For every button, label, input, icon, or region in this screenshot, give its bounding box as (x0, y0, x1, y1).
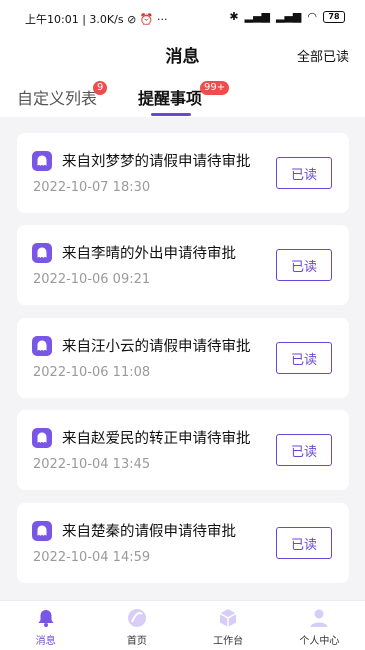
message-time: 2022-10-04 13:45 (33, 457, 151, 472)
nav-item-home[interactable]: 首页 (91, 601, 182, 650)
nav-label: 个人中心 (299, 636, 340, 647)
message-title: 来自汪小云的请假申请待审批 (62, 339, 251, 355)
ghost-icon (32, 243, 52, 263)
message-card[interactable]: 来自李晴的外出申请待审批 2022-10-06 09:21 已读 (17, 225, 349, 305)
nav-item-messages[interactable]: 消息 (0, 601, 91, 650)
tab-active-indicator (151, 113, 191, 116)
status-net-speed: 3.0K/s (89, 13, 124, 26)
message-card[interactable]: 来自赵爱民的转正申请待审批 2022-10-04 13:45 已读 (17, 410, 349, 490)
message-title: 来自李晴的外出申请待审批 (62, 246, 236, 262)
message-time: 2022-10-06 11:08 (33, 365, 151, 380)
bottom-nav: 消息 首页 工作台 个人中心 (0, 600, 365, 650)
nav-label: 工作台 (213, 636, 244, 647)
message-card[interactable]: 来自楚秦的请假申请待审批 2022-10-04 14:59 已读 (17, 503, 349, 583)
message-title: 来自赵爱民的转正申请待审批 (62, 431, 251, 447)
tab-custom-list-badge: 9 (93, 81, 108, 95)
cube-icon (217, 607, 239, 629)
mark-read-button[interactable]: 已读 (276, 342, 332, 374)
home-icon (126, 607, 148, 629)
nav-item-profile[interactable]: 个人中心 (274, 601, 365, 650)
nav-item-workbench[interactable]: 工作台 (183, 601, 274, 650)
message-time: 2022-10-07 18:30 (33, 180, 151, 195)
nav-label: 首页 (126, 636, 147, 647)
read-all-button[interactable]: 全部已读 (297, 46, 349, 65)
message-time: 2022-10-06 09:21 (33, 272, 151, 287)
status-bar: 上午10:01 | 3.0K/s ⊘ ⏰ ··· ✱ ▂▄▆ ▂▄▆ ◠ 78 (0, 0, 365, 34)
status-left: 上午10:01 | 3.0K/s ⊘ ⏰ ··· (25, 13, 168, 26)
status-right: ✱ ▂▄▆ ▂▄▆ ◠ 78 (229, 10, 345, 23)
mark-read-button[interactable]: 已读 (276, 249, 332, 281)
no-disturb-icon: ⊘ (127, 13, 137, 26)
more-dots-icon: ··· (156, 13, 168, 26)
ghost-icon (32, 151, 52, 171)
signal2-icon: ▂▄▆ (276, 10, 302, 23)
message-title: 来自楚秦的请假申请待审批 (62, 524, 236, 540)
mark-read-button[interactable]: 已读 (276, 157, 332, 189)
message-title: 来自刘梦梦的请假申请待审批 (62, 154, 251, 170)
ghost-icon (32, 521, 52, 541)
message-card[interactable]: 来自刘梦梦的请假申请待审批 2022-10-07 18:30 已读 (17, 133, 349, 213)
wifi-icon: ◠ (307, 10, 317, 23)
bluetooth-icon: ✱ (229, 10, 239, 23)
mark-read-button[interactable]: 已读 (276, 527, 332, 559)
tab-custom-list[interactable]: 自定义列表 (17, 85, 97, 109)
signal-icon: ▂▄▆ (244, 10, 270, 23)
ghost-icon (32, 428, 52, 448)
status-time: 上午10:01 (25, 13, 79, 26)
alarm-icon: ⏰ (139, 13, 154, 26)
message-time: 2022-10-04 14:59 (33, 550, 151, 565)
ghost-icon (32, 336, 52, 356)
tab-reminders[interactable]: 提醒事项 (138, 85, 202, 109)
mark-read-button[interactable]: 已读 (276, 434, 332, 466)
top-area: 上午10:01 | 3.0K/s ⊘ ⏰ ··· ✱ ▂▄▆ ▂▄▆ ◠ 78 … (0, 0, 365, 117)
battery-level: 78 (328, 12, 340, 21)
battery-icon: 78 (323, 10, 345, 23)
nav-label: 消息 (35, 636, 56, 647)
tab-reminders-badge: 99+ (200, 81, 230, 95)
person-icon (308, 607, 330, 629)
message-card[interactable]: 来自汪小云的请假申请待审批 2022-10-06 11:08 已读 (17, 318, 349, 398)
bell-icon (35, 607, 57, 629)
